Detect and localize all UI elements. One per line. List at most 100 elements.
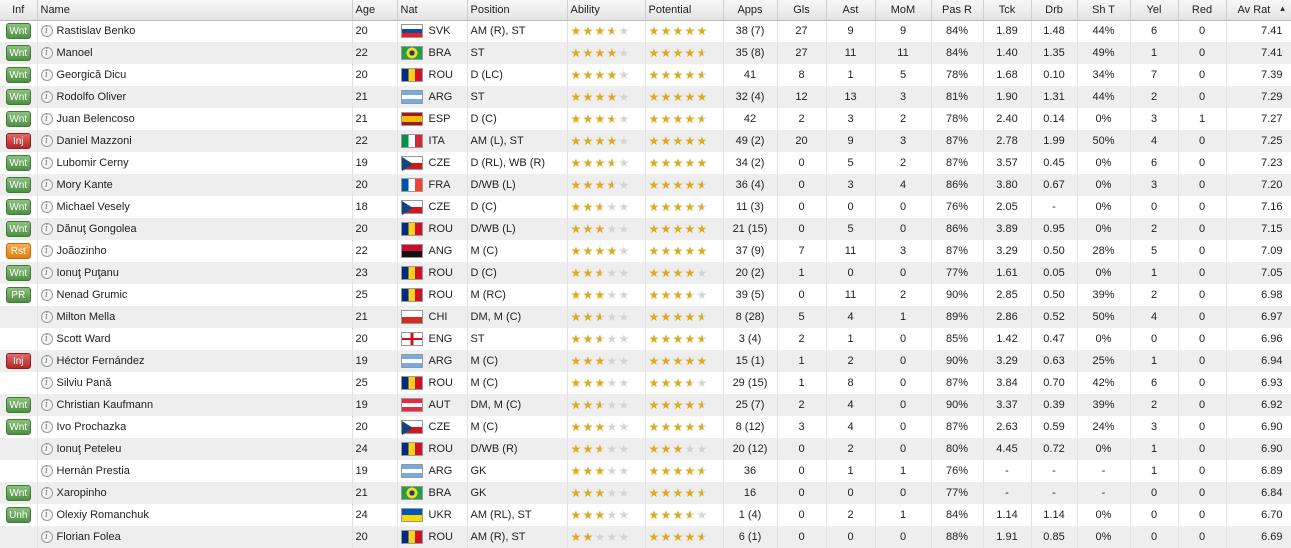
table-row[interactable]: Rst i Joãozinho 22 ANG M (C) ★ ★ ★ ★ ★ ★ ★ ★ ★ ★ ★ ★ ★ ★ ★ ★ ★… <box>0 240 1291 262</box>
status-badge[interactable]: Wnt <box>5 111 31 127</box>
status-badge[interactable]: Wnt <box>5 155 31 171</box>
player-name[interactable]: Rodolfo Oliver <box>57 91 127 103</box>
table-row[interactable]: Wnt i Rastislav Benko 20 SVK AM (R), ST ★ ★ ★ ★ ★ ★… <box>0 20 1291 42</box>
col-header-av-rat[interactable]: Av Rat ▲ <box>1226 0 1291 21</box>
nation-code[interactable]: ARG <box>429 91 453 103</box>
table-row[interactable]: iScott Ward20ENGST★★★★★★★★★★★★★★★★★★★★3 … <box>0 328 1291 350</box>
status-badge[interactable]: Wnt <box>5 265 31 281</box>
col-header-position[interactable]: Position <box>467 0 568 21</box>
player-name[interactable]: Michael Vesely <box>57 201 130 213</box>
status-badge[interactable]: Wnt <box>5 23 31 40</box>
info-icon[interactable]: i <box>40 223 53 236</box>
info-icon[interactable]: i <box>40 245 53 258</box>
player-name[interactable]: Lubomir Cerny <box>57 157 129 169</box>
info-icon[interactable]: i <box>40 509 53 522</box>
status-badge[interactable]: Wnt <box>5 45 31 61</box>
nation-code[interactable]: FRA <box>429 179 451 191</box>
nation-code[interactable]: ARG <box>429 465 453 477</box>
status-badge[interactable]: Inj <box>5 353 31 369</box>
table-row[interactable]: i Milton Mella 21 CHI DM, M (C) ★ ★ ★ ★ ★ ★ ★ ★ ★ ★ ★ ★ ★… <box>0 306 1291 328</box>
status-badge[interactable]: Wnt <box>5 419 31 435</box>
col-header-inf[interactable]: Inf <box>0 0 38 21</box>
col-header-mom[interactable]: MoM <box>875 0 932 21</box>
nation-code[interactable]: ROU <box>429 377 453 389</box>
table-row[interactable]: Wnt i Michael Vesely 18 CZE D (C) ★ ★ ★ ★ ★ ★ ★ ★ ★ ★ ★ ★… <box>0 196 1291 218</box>
player-name[interactable]: Héctor Fernández <box>57 355 145 367</box>
col-header-pas-r[interactable]: Pas R <box>931 0 984 21</box>
status-badge[interactable]: Wnt <box>5 397 31 413</box>
info-icon[interactable]: i <box>40 443 53 456</box>
info-icon[interactable]: i <box>40 531 53 544</box>
player-name[interactable]: Ionuţ Puţanu <box>57 267 119 279</box>
nation-code[interactable]: ARG <box>429 355 453 367</box>
col-header-potential[interactable]: Potential <box>645 0 724 21</box>
nation-code[interactable]: BRA <box>429 487 452 499</box>
info-icon[interactable]: i <box>40 465 53 478</box>
player-name[interactable]: Milton Mella <box>57 311 116 323</box>
info-icon[interactable]: i <box>40 157 53 170</box>
nation-code[interactable]: ITA <box>429 135 445 147</box>
table-row[interactable]: Wnt i Georgică Dicu 20 ROU D (LC) ★ ★ ★ ★ ★ ★ ★ ★ ★ ★ ★ ★… <box>0 64 1291 86</box>
nation-code[interactable]: ROU <box>429 223 453 235</box>
info-icon[interactable]: i <box>40 487 53 500</box>
col-header-sh-t[interactable]: Sh T <box>1077 0 1131 21</box>
table-row[interactable]: i Florian Folea 20 ROU AM (R), ST ★ ★ ★ ★ ★ ★ ★ ★ ★ ★ ★… <box>0 526 1291 548</box>
player-name[interactable]: Hernán Prestia <box>57 465 130 477</box>
status-badge[interactable]: Wnt <box>5 221 31 237</box>
player-name[interactable]: Florian Folea <box>57 531 121 543</box>
nation-code[interactable]: ROU <box>429 267 453 279</box>
table-row[interactable]: Wnt i Ivo Prochazka 20 CZE M (C) ★ ★ ★ ★ ★ ★ ★ ★ ★ ★ ★ ★ ★… <box>0 416 1291 438</box>
player-name[interactable]: Mory Kante <box>57 179 113 191</box>
status-badge[interactable]: Wnt <box>5 485 31 501</box>
info-icon[interactable]: i <box>40 377 53 390</box>
table-row[interactable]: i Ionuţ Peteleu 24 ROU D/WB (R) ★ ★ ★ ★ ★ ★ ★ ★ ★ ★ ★ ★ ★… <box>0 438 1291 460</box>
status-badge[interactable]: Wnt <box>5 89 31 105</box>
table-row[interactable]: Wnt i Juan Belencoso 21 ESP D (C) ★ ★ ★ ★ ★ ★ ★ ★ ★ ★ ★ ★… <box>0 108 1291 130</box>
nation-code[interactable]: ROU <box>429 531 453 543</box>
info-icon[interactable]: i <box>40 25 53 38</box>
col-header-apps[interactable]: Apps <box>723 0 778 21</box>
status-badge[interactable]: Wnt <box>5 177 31 193</box>
info-icon[interactable]: i <box>40 113 53 126</box>
table-row[interactable]: Inj i Héctor Fernández 19 ARG M (C) ★ ★ ★ ★ ★ ★ ★ ★ ★ ★… <box>0 350 1291 372</box>
table-row[interactable]: Wnt i Lubomir Cerny 19 CZE D (RL), WB (R) ★ ★ ★ ★… <box>0 152 1291 174</box>
status-badge[interactable]: Inj <box>5 133 31 149</box>
player-name[interactable]: Juan Belencoso <box>57 113 135 125</box>
info-icon[interactable]: i <box>40 47 53 60</box>
nation-code[interactable]: UKR <box>429 509 452 521</box>
nation-code[interactable]: ENG <box>429 333 453 345</box>
table-row[interactable]: Unh i Olexiy Romanchuk 24 UKR AM (RL), ST ★ ★ ★ ★… <box>0 504 1291 526</box>
table-row[interactable]: WntiManoel22BRAST★★★★★★★★★★★★★★★★★★★★35 … <box>0 42 1291 64</box>
player-name[interactable]: Georgică Dicu <box>57 69 127 81</box>
player-name[interactable]: Manoel <box>57 47 93 59</box>
player-name[interactable]: Ivo Prochazka <box>57 421 127 433</box>
player-name[interactable]: Daniel Mazzoni <box>57 135 132 147</box>
info-icon[interactable]: i <box>40 135 53 148</box>
table-row[interactable]: Wnt i Ionuţ Puţanu 23 ROU D (C) ★ ★ ★ ★ ★ ★ ★ ★ ★ ★ ★ ★ ★ ★… <box>0 262 1291 284</box>
player-name[interactable]: Dănuţ Gongolea <box>57 223 137 235</box>
col-header-ability[interactable]: Ability <box>567 0 646 21</box>
info-icon[interactable]: i <box>40 399 53 412</box>
info-icon[interactable]: i <box>40 333 53 346</box>
info-icon[interactable]: i <box>40 69 53 82</box>
player-name[interactable]: Ionuţ Peteleu <box>57 443 122 455</box>
player-name[interactable]: Nenad Grumic <box>57 289 128 301</box>
status-badge[interactable]: Unh <box>5 507 31 523</box>
table-row[interactable]: WntiXaropinho21BRAGK★★★★★★★★★★★★★★★★★★★★… <box>0 482 1291 504</box>
nation-code[interactable]: ROU <box>429 69 453 81</box>
nation-code[interactable]: CZE <box>429 421 451 433</box>
table-row[interactable]: Inj i Daniel Mazzoni 22 ITA AM (L), ST ★ ★ ★ ★ ★ ★ ★… <box>0 130 1291 152</box>
nation-code[interactable]: BRA <box>429 47 452 59</box>
table-row[interactable]: PR i Nenad Grumic 25 ROU M (RC) ★ ★ ★ ★ ★ ★ ★ ★ ★ ★ ★ ★ ★ ★… <box>0 284 1291 306</box>
col-header-gls[interactable]: Gls <box>777 0 827 21</box>
nation-code[interactable]: ROU <box>429 289 453 301</box>
status-badge[interactable]: Wnt <box>5 67 31 83</box>
table-row[interactable]: iSilviu Pană25ROUM (C)★★★★★★★★★★★★★★★★★★… <box>0 372 1291 394</box>
info-icon[interactable]: i <box>40 289 53 302</box>
info-icon[interactable]: i <box>40 355 53 368</box>
table-row[interactable]: Wnt i Dănuţ Gongolea 20 ROU D/WB (L) ★ ★ ★ ★ ★ ★ ★ ★ ★… <box>0 218 1291 240</box>
col-header-yel[interactable]: Yel <box>1130 0 1179 21</box>
status-badge[interactable]: Wnt <box>5 199 31 215</box>
info-icon[interactable]: i <box>40 267 53 280</box>
info-icon[interactable]: i <box>40 311 53 324</box>
